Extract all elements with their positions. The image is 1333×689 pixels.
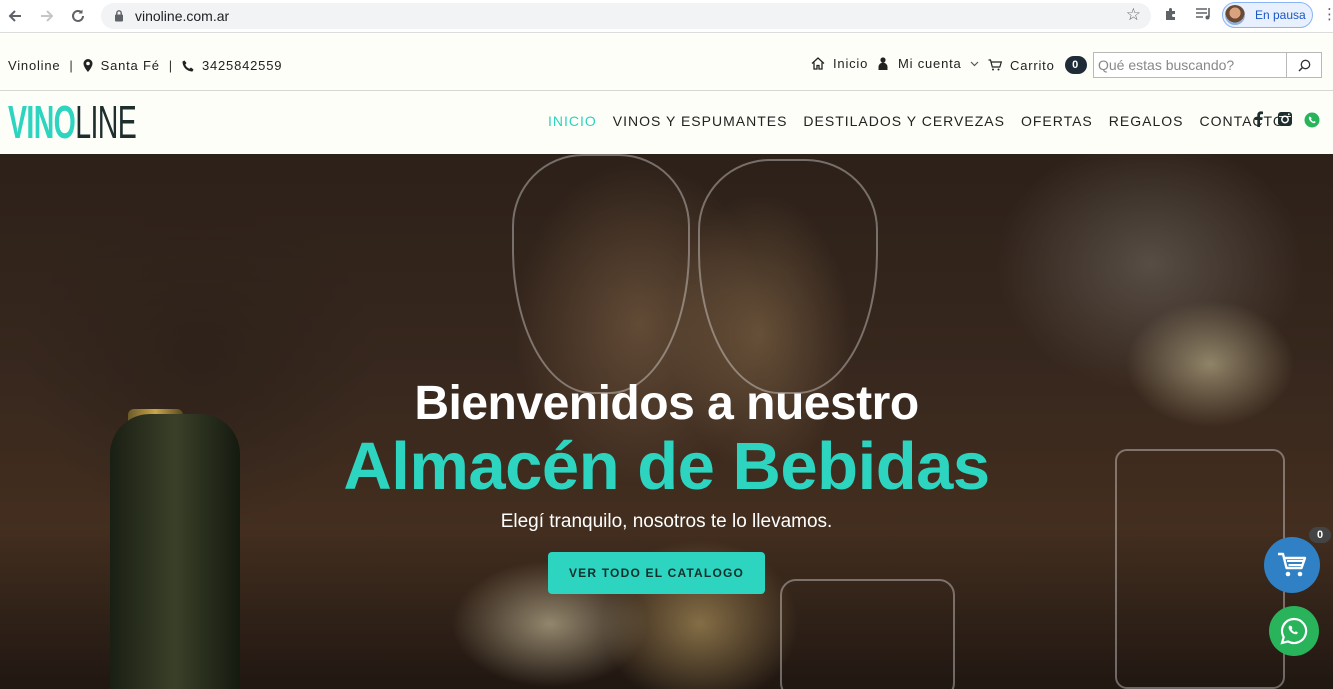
whatsapp-chat-button[interactable] bbox=[1269, 606, 1319, 656]
phone-icon bbox=[182, 60, 194, 71]
bookmark-star-icon[interactable]: ☆ bbox=[1126, 5, 1141, 25]
search-input[interactable] bbox=[1094, 53, 1287, 77]
nav-item-destilados-y-cervezas[interactable]: DESTILADOS Y CERVEZAS bbox=[803, 113, 1005, 129]
hero-title: Bienvenidos a nuestro bbox=[414, 377, 919, 430]
site-logo[interactable]: VINOLINE bbox=[8, 99, 137, 145]
hero-headline: Almacén de Bebidas bbox=[343, 429, 990, 504]
instagram-icon[interactable] bbox=[1277, 111, 1293, 132]
lock-icon bbox=[115, 10, 123, 22]
map-pin-icon bbox=[83, 59, 93, 72]
profile-button[interactable]: En pausa bbox=[1222, 2, 1313, 28]
extensions-icon[interactable] bbox=[1163, 6, 1179, 26]
address-bar[interactable]: vinoline.com.ar ☆ bbox=[101, 3, 1151, 29]
floating-cart-count: 0 bbox=[1309, 527, 1331, 543]
hero-subtitle: Elegí tranquilo, nosotros te lo llevamos… bbox=[500, 511, 833, 532]
avatar bbox=[1225, 5, 1245, 25]
cart-link[interactable]: Carrito 0 bbox=[988, 56, 1087, 74]
browser-menu-icon[interactable]: ⋮ bbox=[1322, 7, 1333, 22]
whatsapp-icon bbox=[1280, 617, 1308, 645]
account-menu[interactable]: Mi cuenta bbox=[878, 56, 979, 71]
cart-icon bbox=[988, 59, 1002, 71]
home-label: Inicio bbox=[833, 56, 869, 71]
floating-cart-button[interactable] bbox=[1264, 537, 1320, 593]
nav-item-vinos-y-espumantes[interactable]: VINOS Y ESPUMANTES bbox=[613, 113, 788, 129]
cart-count-badge: 0 bbox=[1064, 56, 1087, 74]
cart-icon bbox=[1278, 552, 1307, 577]
cart-label: Carrito bbox=[1010, 57, 1055, 73]
url-text: vinoline.com.ar bbox=[135, 8, 230, 24]
home-icon bbox=[811, 57, 825, 70]
user-icon bbox=[878, 57, 888, 70]
facebook-icon[interactable] bbox=[1254, 111, 1263, 132]
brand-name: Vinoline bbox=[8, 58, 61, 73]
divider: | bbox=[168, 58, 173, 73]
search-icon bbox=[1297, 59, 1310, 72]
main-header: VINOLINE INICIO VINOS Y ESPUMANTES DESTI… bbox=[0, 92, 1333, 154]
hero-photo-glass bbox=[698, 159, 878, 394]
nav-item-ofertas[interactable]: OFERTAS bbox=[1021, 113, 1093, 129]
phone-link[interactable]: 3425842559 bbox=[202, 58, 282, 73]
divider: | bbox=[69, 58, 74, 73]
reload-icon[interactable] bbox=[66, 4, 90, 28]
search-box bbox=[1093, 52, 1322, 78]
nav-item-inicio[interactable]: INICIO bbox=[548, 113, 597, 129]
profile-status: En pausa bbox=[1255, 8, 1306, 22]
whatsapp-icon[interactable] bbox=[1304, 112, 1320, 133]
search-button[interactable] bbox=[1286, 53, 1321, 77]
account-label: Mi cuenta bbox=[898, 56, 962, 71]
view-catalog-button[interactable]: VER TODO EL CATALOGO bbox=[548, 552, 765, 594]
hero-banner: Bienvenidos a nuestro Almacén de Bebidas… bbox=[0, 154, 1333, 689]
browser-toolbar: vinoline.com.ar ☆ En pausa ⋮ bbox=[0, 0, 1333, 33]
hero-photo-glass bbox=[512, 154, 690, 394]
website: Vinoline | Santa Fé | 3425842559 Inicio … bbox=[0, 34, 1333, 689]
forward-icon[interactable] bbox=[35, 4, 59, 28]
contact-info: Vinoline | Santa Fé | 3425842559 bbox=[8, 58, 282, 73]
media-queue-icon[interactable] bbox=[1195, 6, 1213, 26]
location-text: Santa Fé bbox=[100, 58, 160, 73]
top-info-bar: Vinoline | Santa Fé | 3425842559 Inicio … bbox=[0, 34, 1333, 91]
main-nav: INICIO VINOS Y ESPUMANTES DESTILADOS Y C… bbox=[548, 113, 1301, 129]
chevron-down-icon bbox=[970, 61, 978, 66]
nav-item-contacto[interactable]: CONTACTO bbox=[1199, 113, 1284, 129]
nav-item-regalos[interactable]: REGALOS bbox=[1109, 113, 1184, 129]
back-icon[interactable] bbox=[3, 4, 27, 28]
home-link[interactable]: Inicio bbox=[811, 56, 868, 71]
hero-photo-tumbler bbox=[780, 579, 955, 689]
